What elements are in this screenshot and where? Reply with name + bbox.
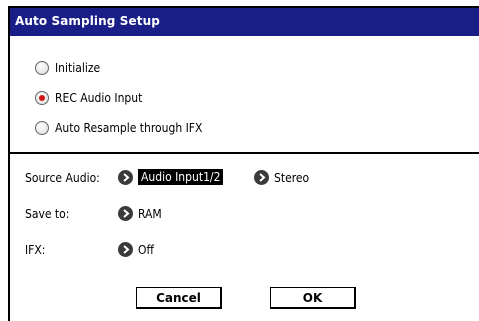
ok-button[interactable]: OK bbox=[270, 287, 356, 309]
titlebar: Auto Sampling Setup bbox=[10, 8, 479, 36]
source-audio-label: Source Audio: bbox=[25, 171, 100, 185]
channel-popup-icon[interactable] bbox=[254, 170, 269, 185]
ifx-value[interactable]: Off bbox=[138, 243, 154, 257]
save-to-popup-icon[interactable] bbox=[118, 206, 133, 221]
dialog-title: Auto Sampling Setup bbox=[15, 14, 160, 28]
radio-label-rec-audio-input: REC Audio Input bbox=[55, 91, 143, 105]
channel-value[interactable]: Stereo bbox=[274, 171, 309, 185]
radio-initialize[interactable]: Initialize bbox=[35, 58, 100, 78]
radio-rec-audio-input[interactable]: REC Audio Input bbox=[35, 88, 142, 108]
save-to-value[interactable]: RAM bbox=[138, 207, 162, 221]
auto-sampling-setup-dialog: Auto Sampling Setup Initialize REC Audio… bbox=[8, 6, 479, 321]
save-to-label: Save to: bbox=[25, 207, 70, 221]
radio-button-selected-icon[interactable] bbox=[35, 91, 49, 105]
radio-button-icon[interactable] bbox=[35, 61, 49, 75]
radio-button-icon[interactable] bbox=[35, 121, 49, 135]
source-audio-popup-icon[interactable] bbox=[118, 170, 133, 185]
radio-label-initialize: Initialize bbox=[55, 61, 101, 75]
source-audio-input-value[interactable]: Audio Input1/2 bbox=[138, 169, 224, 185]
ifx-label: IFX: bbox=[25, 243, 46, 257]
radio-label-auto-resample: Auto Resample through IFX bbox=[55, 121, 203, 135]
ifx-popup-icon[interactable] bbox=[118, 242, 133, 257]
section-divider bbox=[10, 152, 479, 154]
cancel-button[interactable]: Cancel bbox=[136, 287, 222, 309]
radio-auto-resample[interactable]: Auto Resample through IFX bbox=[35, 118, 202, 138]
